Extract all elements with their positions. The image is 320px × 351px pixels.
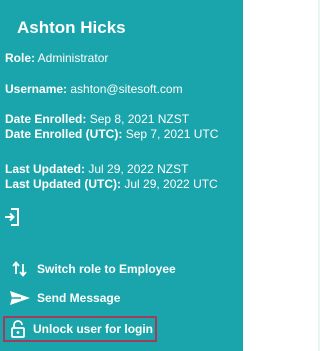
switch-role-button[interactable]: Switch role to Employee [9,258,176,280]
unlock-user-button[interactable]: Unlock user for login [3,316,157,342]
username-value: ashton@sitesoft.com [70,82,183,96]
updated-label: Last Updated: [5,162,86,176]
enrolled-line: Date Enrolled: Sep 8, 2021 NZST [5,112,189,126]
role-line: Role: Administrator [5,51,108,65]
role-label: Role: [5,51,35,65]
updated-utc-label: Last Updated (UTC): [5,177,121,191]
enrolled-utc-label: Date Enrolled (UTC): [5,127,123,141]
enrolled-label: Date Enrolled: [5,112,87,126]
user-card: Ashton Hicks Role: Administrator Usernam… [0,0,243,351]
lock-open-icon [10,320,26,338]
enrolled-utc-line: Date Enrolled (UTC): Sep 7, 2021 UTC [5,127,218,141]
updated-line: Last Updated: Jul 29, 2022 NZST [5,162,188,176]
updated-utc-line: Last Updated (UTC): Jul 29, 2022 UTC [5,177,218,191]
logout-icon[interactable] [3,207,21,227]
unlock-row-content: Unlock user for login [10,320,153,338]
username-line: Username: ashton@sitesoft.com [5,82,183,96]
unlock-label: Unlock user for login [33,322,154,336]
switch-role-label: Switch role to Employee [37,262,176,276]
username-label: Username: [5,82,68,96]
send-message-button[interactable]: Send Message [9,287,120,309]
enrolled-value: Sep 8, 2021 NZST [89,112,190,126]
updated-value: Jul 29, 2022 NZST [88,162,189,176]
swap-vertical-icon [9,259,31,279]
send-message-label: Send Message [37,291,121,305]
role-value: Administrator [37,51,109,65]
updated-utc-value: Jul 29, 2022 UTC [124,177,218,191]
enrolled-utc-value: Sep 7, 2021 UTC [125,127,219,141]
send-icon [9,288,31,308]
user-name: Ashton Hicks [17,18,126,37]
